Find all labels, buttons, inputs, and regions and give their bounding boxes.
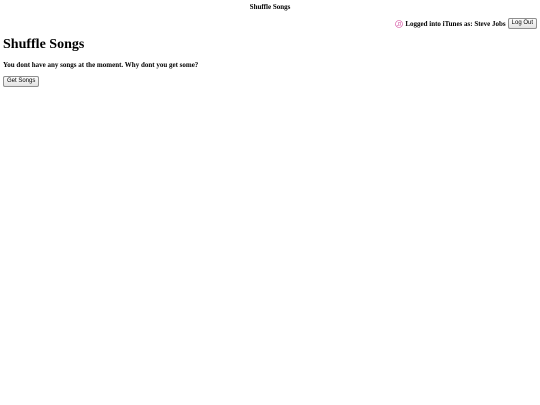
page-title: Shuffle Songs [3,37,85,52]
log-out-button[interactable]: Log Out [507,18,537,29]
itunes-note-icon [395,19,404,28]
get-songs-button[interactable]: Get Songs [3,76,40,87]
window-title: Shuffle Songs [249,3,291,11]
empty-songs-message: You dont have any songs at the moment. W… [3,61,199,69]
login-bar: Logged into iTunes as: Steve Jobs Log Ou… [395,18,537,29]
login-status-text: Logged into iTunes as: Steve Jobs [405,19,506,28]
